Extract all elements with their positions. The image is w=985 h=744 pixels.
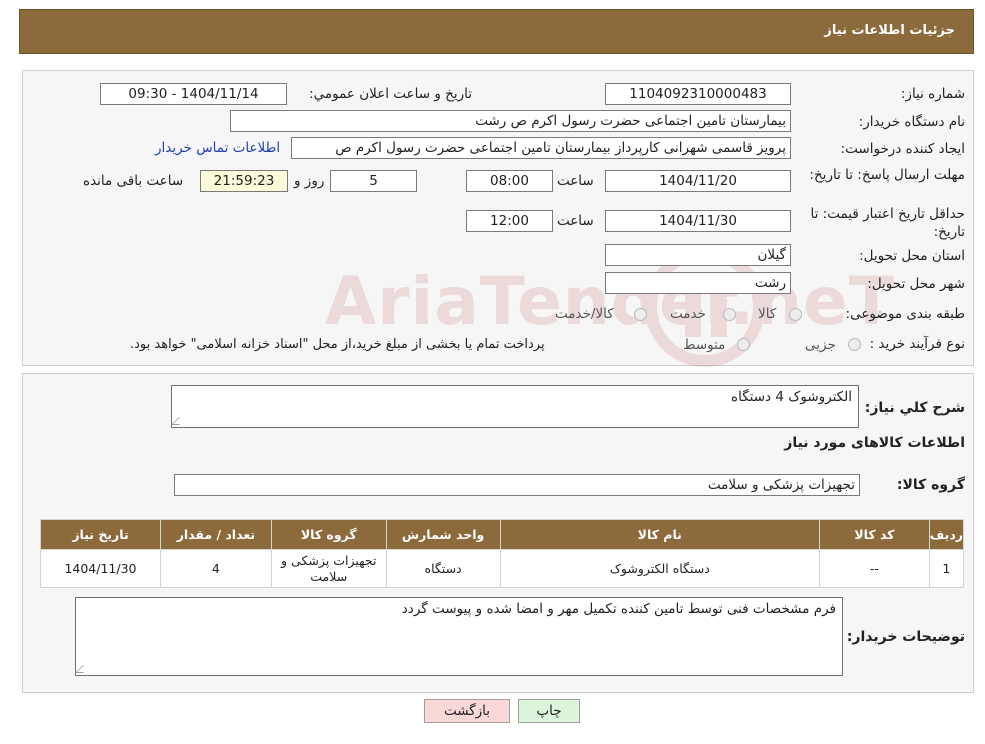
send-deadline-time-label: ساعت — [557, 173, 594, 189]
remaining-time-label: ساعت باقی مانده — [83, 173, 184, 189]
cell-goods-group: تجهیزات پزشکی و سلامت — [270, 549, 387, 588]
send-deadline-time-field[interactable]: 08:00 — [466, 170, 553, 192]
page-title: جزئیات اطلاعات نیاز — [824, 23, 955, 38]
resize-grip-icon[interactable] — [75, 665, 91, 673]
col-need-date: تاریخ نیاز — [40, 519, 161, 550]
category-goods-service-label: کالا/خدمت — [555, 306, 614, 322]
city-label: شهر محل تحویل: — [867, 276, 965, 292]
buyer-notes-textarea[interactable]: فرم مشخصات فنی توسط تامین کننده تکمیل مه… — [75, 597, 843, 676]
process-medium-radio[interactable] — [737, 338, 750, 351]
cell-unit: دستگاه — [385, 549, 501, 588]
province-field[interactable]: گیلان — [605, 244, 791, 266]
days-remaining-field[interactable]: 5 — [330, 170, 417, 192]
col-quantity: تعداد / مقدار — [159, 519, 272, 550]
cell-quantity: 4 — [159, 549, 272, 588]
col-row-number: ردیف — [928, 519, 965, 550]
goods-info-title: اطلاعات کالاهای مورد نیاز — [784, 435, 965, 451]
city-field[interactable]: رشت — [605, 272, 791, 294]
back-button[interactable]: بازگشت — [424, 699, 510, 723]
cell-goods-code: -- — [818, 549, 930, 588]
goods-table: ردیف کد کالا نام کالا واحد شمارش گروه کا… — [40, 519, 965, 588]
table-header-row: ردیف کد کالا نام کالا واحد شمارش گروه کا… — [40, 519, 965, 550]
requester-label: ایجاد کننده درخواست: — [840, 141, 965, 157]
process-minor-label: جزیی — [805, 337, 836, 353]
process-minor-radio[interactable] — [848, 338, 861, 351]
days-label: روز و — [294, 173, 325, 189]
need-number-field[interactable]: 1104092310000483 — [605, 83, 791, 105]
goods-group-field[interactable]: تجهیزات پزشکی و سلامت — [174, 474, 860, 496]
category-goods-label: کالا — [758, 306, 777, 322]
announce-datetime-label: تاریخ و ساعت اعلان عمومي: — [309, 86, 472, 102]
announce-datetime-field[interactable]: 1404/11/14 - 09:30 — [100, 83, 287, 105]
price-validity-time-label: ساعت — [557, 213, 594, 229]
category-service-label: خدمت — [670, 306, 706, 322]
page-header: جزئیات اطلاعات نیاز — [19, 9, 974, 54]
send-deadline-label: مهلت ارسال پاسخ: تا تاریخ: — [809, 167, 965, 183]
price-validity-date-field[interactable]: 1404/11/30 — [605, 210, 791, 232]
cell-need-date: 1404/11/30 — [40, 549, 161, 588]
col-goods-code: کد کالا — [818, 519, 930, 550]
need-number-label: شماره نیاز: — [900, 86, 965, 102]
cell-goods-name: دستگاه الکتروشوک — [499, 549, 820, 588]
buyer-notes-value: فرم مشخصات فنی توسط تامین کننده تکمیل مه… — [401, 601, 836, 617]
buyer-contact-link[interactable]: اطلاعات تماس خریدار — [155, 140, 280, 156]
resize-grip-icon[interactable] — [171, 417, 187, 425]
payment-note: پرداخت تمام یا بخشی از مبلغ خرید،از محل … — [130, 337, 545, 352]
table-row: 1 -- دستگاه الکتروشوک دستگاه تجهیزات پزش… — [40, 549, 965, 588]
summary-value: الکتروشوک 4 دستگاه — [731, 389, 852, 405]
summary-label: شرح کلي نياز: — [864, 400, 965, 416]
col-goods-name: نام کالا — [499, 519, 820, 550]
category-label: طبقه بندی موضوعی: — [845, 306, 965, 322]
price-validity-time-field[interactable]: 12:00 — [466, 210, 553, 232]
remaining-time-field[interactable]: 21:59:23 — [200, 170, 288, 192]
summary-textarea[interactable]: الکتروشوک 4 دستگاه — [171, 385, 859, 428]
category-goods-radio[interactable] — [789, 308, 802, 321]
requester-field[interactable]: پرویز قاسمی شهرانی کارپرداز بیمارستان تا… — [291, 137, 791, 159]
buyer-org-label: نام دستگاه خریدار: — [858, 114, 965, 130]
process-label: نوع فرآیند خرید : — [869, 336, 965, 352]
print-button[interactable]: چاپ — [518, 699, 580, 723]
price-validity-label: حداقل تاریخ اعتبار قیمت: تا تاریخ: — [810, 206, 965, 240]
province-label: استان محل تحویل: — [859, 248, 965, 264]
col-unit: واحد شمارش — [385, 519, 501, 550]
process-medium-label: متوسط — [683, 337, 726, 353]
buyer-org-field[interactable]: بیمارستان تامین اجتماعی حضرت رسول اکرم ص… — [230, 110, 791, 132]
send-deadline-date-field[interactable]: 1404/11/20 — [605, 170, 791, 192]
buyer-notes-label: توضیحات خریدار: — [846, 629, 965, 645]
cell-row-number: 1 — [928, 549, 965, 588]
category-service-radio[interactable] — [723, 308, 736, 321]
goods-group-label: گروه کالا: — [896, 477, 965, 493]
category-goods-service-radio[interactable] — [634, 308, 647, 321]
col-goods-group: گروه کالا — [270, 519, 387, 550]
